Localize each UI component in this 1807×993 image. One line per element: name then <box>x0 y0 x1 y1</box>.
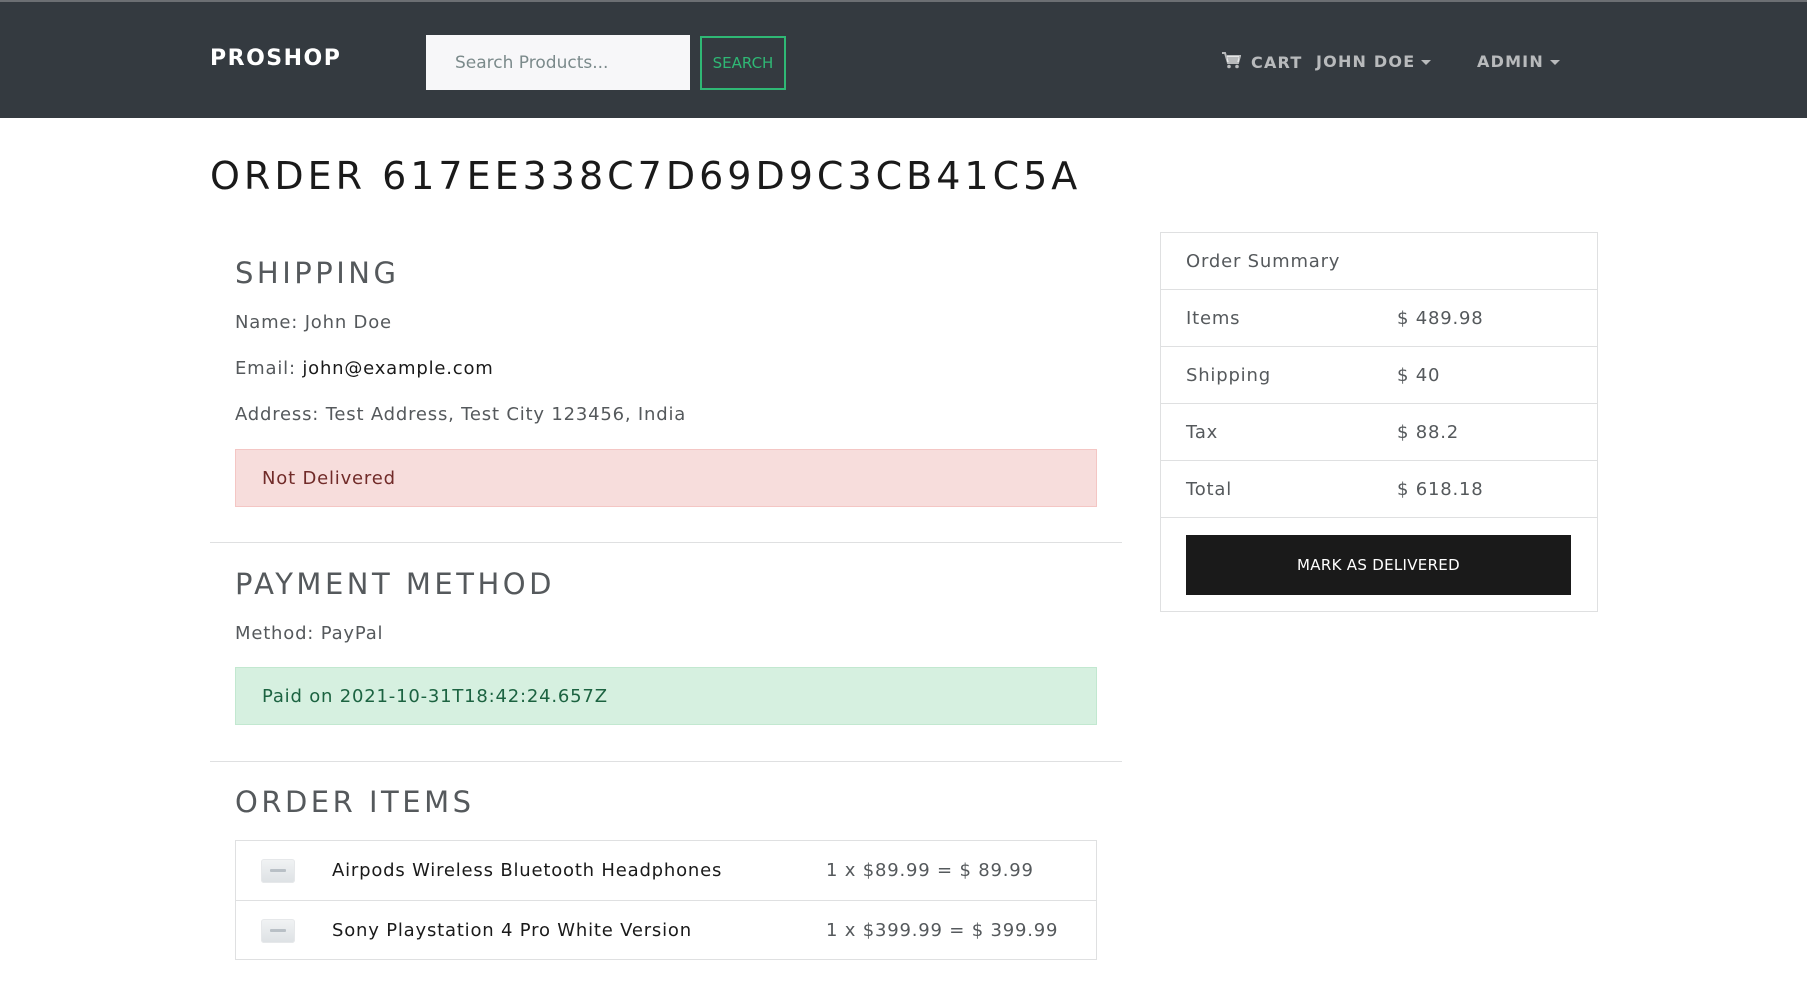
chevron-down-icon <box>1549 60 1560 65</box>
shipping-email: Email: john@example.com <box>235 358 494 379</box>
payment-method-value: PayPal <box>320 623 384 644</box>
page-title: ORDER 617EE338C7D69D9C3CB41C5A <box>210 154 1082 198</box>
summary-label: Items <box>1186 307 1241 329</box>
mark-as-delivered-button[interactable]: MARK AS DELIVERED <box>1186 535 1571 595</box>
payment-method: Method: PayPal <box>235 623 383 644</box>
product-link[interactable]: Airpods Wireless Bluetooth Headphones <box>332 860 722 881</box>
summary-value: $ 618.18 <box>1397 478 1484 500</box>
email-link[interactable]: john@example.com <box>302 358 493 379</box>
payment-method-label: Method: <box>235 623 315 644</box>
shipping-address-label: Address: <box>235 404 320 425</box>
delivery-status-alert: Not Delivered <box>235 449 1097 507</box>
summary-label: Tax <box>1186 421 1219 443</box>
shipping-email-label: Email: <box>235 358 296 379</box>
divider <box>210 542 1122 543</box>
item-price: 1 x $89.99 = $ 89.99 <box>826 860 1034 881</box>
order-summary-card: Order Summary Items $ 489.98 Shipping $ … <box>1160 232 1598 612</box>
product-link[interactable]: Sony Playstation 4 Pro White Version <box>332 920 692 941</box>
shipping-name-label: Name: <box>235 312 299 333</box>
cart-link[interactable]: CART <box>1222 52 1302 73</box>
summary-row-shipping: Shipping $ 40 <box>1161 347 1597 404</box>
shipping-heading: SHIPPING <box>235 256 400 290</box>
cart-label: CART <box>1251 53 1303 72</box>
admin-menu-dropdown[interactable]: ADMIN <box>1477 52 1560 71</box>
admin-menu-label: ADMIN <box>1477 52 1544 71</box>
summary-row-items: Items $ 489.98 <box>1161 290 1597 347</box>
shipping-address: Address: Test Address, Test City 123456,… <box>235 404 686 425</box>
user-menu-dropdown[interactable]: JOHN DOE <box>1316 52 1432 71</box>
user-menu-label: JOHN DOE <box>1316 52 1416 71</box>
shipping-name-value: John Doe <box>304 312 392 333</box>
payment-status-alert: Paid on 2021-10-31T18:42:24.657Z <box>235 667 1097 725</box>
navbar: PROSHOP SEARCH CART JOHN DOE ADMIN <box>0 0 1807 118</box>
divider <box>210 761 1122 762</box>
product-thumbnail <box>261 859 295 883</box>
chevron-down-icon <box>1421 60 1432 65</box>
summary-label: Total <box>1186 478 1233 500</box>
summary-row-total: Total $ 618.18 <box>1161 461 1597 518</box>
summary-value: $ 489.98 <box>1397 307 1484 329</box>
summary-row-tax: Tax $ 88.2 <box>1161 404 1597 461</box>
summary-heading: Order Summary <box>1186 250 1341 272</box>
list-item: Airpods Wireless Bluetooth Headphones 1 … <box>236 841 1096 900</box>
order-items-heading: ORDER ITEMS <box>235 785 475 819</box>
product-thumbnail <box>261 919 295 943</box>
order-items-list: Airpods Wireless Bluetooth Headphones 1 … <box>235 840 1097 960</box>
summary-header: Order Summary <box>1161 233 1597 290</box>
summary-value: $ 40 <box>1397 364 1441 386</box>
list-item: Sony Playstation 4 Pro White Version 1 x… <box>236 900 1096 959</box>
search-button[interactable]: SEARCH <box>700 36 786 90</box>
brand-logo[interactable]: PROSHOP <box>210 46 341 71</box>
shipping-address-value: Test Address, Test City 123456, India <box>325 404 687 425</box>
shipping-name: Name: John Doe <box>235 312 392 333</box>
summary-label: Shipping <box>1186 364 1271 386</box>
summary-value: $ 88.2 <box>1397 421 1460 443</box>
cart-icon <box>1222 52 1242 73</box>
payment-heading: PAYMENT METHOD <box>235 567 555 601</box>
search-input[interactable] <box>426 35 690 90</box>
item-price: 1 x $399.99 = $ 399.99 <box>826 919 1059 941</box>
